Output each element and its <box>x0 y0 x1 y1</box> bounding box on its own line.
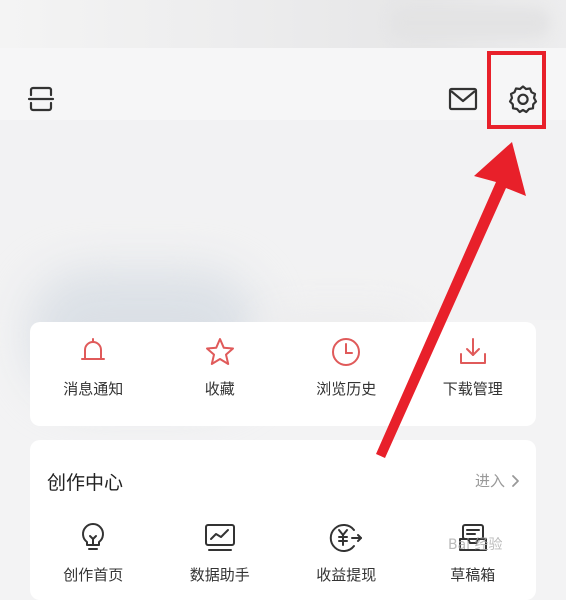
creation-center-card: 创作中心 进入 创作首页 数据助手 收益提现 草稿箱 <box>30 440 536 600</box>
quick-action-label: 下载管理 <box>442 380 503 398</box>
yuan-withdraw-icon <box>328 520 364 556</box>
bell-icon <box>75 334 111 370</box>
creator-item-label: 收益提现 <box>316 566 377 584</box>
lightbulb-icon <box>75 520 111 556</box>
creator-item-label: 创作首页 <box>63 566 124 584</box>
clock-icon <box>328 334 364 370</box>
section-title: 创作中心 <box>47 472 124 494</box>
quick-action-history[interactable]: 浏览历史 <box>283 334 410 399</box>
quick-action-notifications[interactable]: 消息通知 <box>30 334 157 399</box>
scan-icon[interactable] <box>26 84 56 114</box>
creator-home[interactable]: 创作首页 <box>30 520 157 585</box>
enter-link[interactable]: 进入 <box>475 470 520 491</box>
quick-actions-card: 消息通知 收藏 浏览历史 下载管理 <box>30 322 536 426</box>
watermark: Bai 经验 <box>448 537 503 553</box>
quick-action-favorites[interactable]: 收藏 <box>157 334 284 399</box>
mail-icon[interactable] <box>446 84 480 114</box>
earnings-withdraw[interactable]: 收益提现 <box>283 520 410 585</box>
quick-action-label: 收藏 <box>204 380 235 398</box>
chevron-right-icon <box>512 474 519 487</box>
quick-action-label: 消息通知 <box>63 380 124 398</box>
data-assistant[interactable]: 数据助手 <box>157 520 284 585</box>
quick-action-label: 浏览历史 <box>316 380 377 398</box>
star-icon <box>202 334 238 370</box>
enter-label: 进入 <box>474 472 505 490</box>
download-icon <box>455 334 491 370</box>
creator-item-label: 数据助手 <box>189 566 250 584</box>
creator-item-label: 草稿箱 <box>450 566 496 584</box>
blurred-status-area <box>0 0 566 48</box>
quick-action-downloads[interactable]: 下载管理 <box>410 334 537 399</box>
blurred-profile-banner <box>0 120 566 400</box>
chart-monitor-icon <box>202 520 238 556</box>
settings-highlight-box <box>487 51 546 129</box>
